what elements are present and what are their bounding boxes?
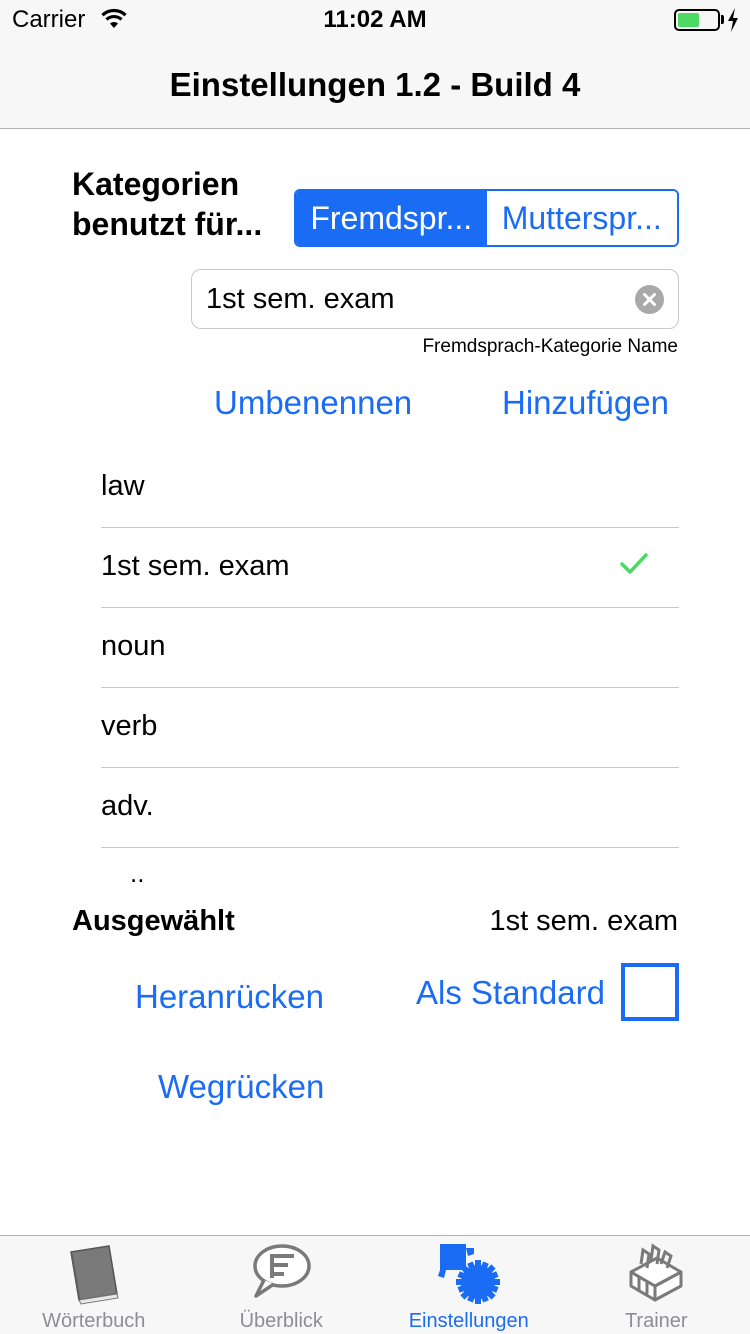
battery-tip [721, 15, 724, 24]
tab-bar: Wörterbuch Überblick Einstellungen Train… [0, 1235, 750, 1334]
list-item-label: 1st sem. exam [101, 550, 290, 582]
list-item-label: noun [101, 630, 166, 662]
charging-bolt-icon [727, 8, 739, 37]
add-button[interactable]: Hinzufügen [502, 384, 669, 422]
tab-trainer[interactable]: Trainer [563, 1236, 750, 1334]
tab-overview[interactable]: Überblick [188, 1236, 376, 1334]
language-segmented-control: Fremdspr... Mutterspr... [294, 189, 679, 247]
list-item-label: law [101, 470, 145, 502]
clear-text-icon[interactable] [635, 285, 664, 314]
default-checkbox[interactable] [621, 963, 679, 1021]
tab-label: Wörterbuch [42, 1310, 146, 1332]
list-item[interactable]: adv. [101, 768, 679, 848]
selected-value: 1st sem. exam [489, 905, 678, 937]
list-item[interactable]: noun [101, 608, 679, 688]
list-item-label: verb [101, 710, 158, 742]
more-items-indicator: .. [130, 858, 145, 888]
list-item-label: adv. [101, 790, 154, 822]
category-name-field [191, 269, 679, 329]
gears-icon [434, 1242, 504, 1306]
book-icon [59, 1242, 129, 1306]
move-up-button[interactable]: Heranrücken [135, 978, 324, 1016]
move-down-button[interactable]: Wegrücken [158, 1068, 324, 1106]
tab-label: Überblick [239, 1310, 323, 1332]
categories-used-for-label: Kategorien benutzt für... [72, 166, 263, 242]
list-item[interactable]: law [101, 448, 679, 528]
rename-button[interactable]: Umbenennen [214, 384, 412, 422]
page-title: Einstellungen 1.2 - Build 4 [169, 66, 581, 103]
selected-label: Ausgewählt [72, 905, 235, 937]
status-bar: Carrier 11:02 AM [0, 0, 750, 40]
category-name-caption: Fremdsprach-Kategorie Name [422, 336, 678, 357]
tab-settings[interactable]: Einstellungen [375, 1236, 563, 1334]
category-list: law 1st sem. exam noun verb adv. [101, 448, 679, 848]
segment-native-language[interactable]: Mutterspr... [486, 191, 677, 245]
speech-bubble-icon [246, 1242, 316, 1306]
clock: 11:02 AM [323, 6, 427, 33]
navigation-bar: Einstellungen 1.2 - Build 4 [0, 40, 750, 129]
battery-icon [674, 9, 720, 31]
tab-label: Einstellungen [408, 1310, 529, 1332]
tab-label: Trainer [624, 1310, 688, 1332]
list-item[interactable]: 1st sem. exam [101, 528, 679, 608]
checkmark-icon [619, 552, 649, 581]
card-boxes-icon [621, 1242, 691, 1306]
category-name-input[interactable] [206, 270, 626, 328]
tab-dictionary[interactable]: Wörterbuch [0, 1236, 188, 1334]
segment-foreign-language[interactable]: Fremdspr... [296, 191, 487, 245]
list-item[interactable]: verb [101, 688, 679, 768]
set-default-button[interactable]: Als Standard [416, 974, 605, 1012]
